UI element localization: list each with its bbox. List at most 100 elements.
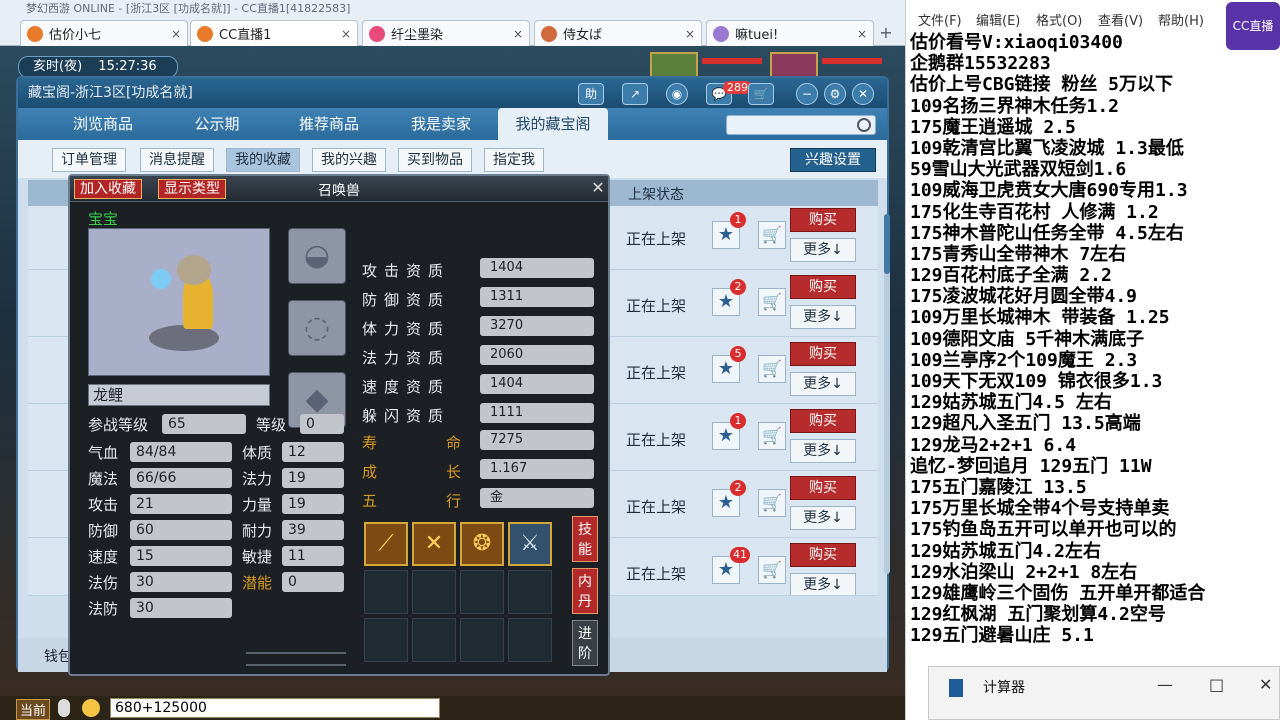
list-scrollbar[interactable]	[884, 214, 890, 574]
buy-button[interactable]: 购买	[790, 409, 856, 433]
buy-button[interactable]: 购买	[790, 543, 856, 567]
menu-file[interactable]: 文件(F)	[918, 10, 962, 29]
cart-icon[interactable]: 🛒	[758, 489, 786, 517]
skill-slot[interactable]: ⟋	[364, 522, 408, 566]
tab-favicon-icon	[197, 25, 213, 42]
equip-slot-collar[interactable]: ◌	[288, 300, 346, 356]
equip-slot-ring[interactable]: ◒	[288, 228, 346, 284]
cc-live-logo: CC直播	[1226, 2, 1280, 50]
calculator-window[interactable]: 计算器 — □ ✕	[928, 666, 1280, 720]
buy-button[interactable]: 购买	[790, 275, 856, 299]
text-line: 109威海卫虎贲女大唐690专用1.3	[910, 180, 1188, 202]
share-icon[interactable]: ↗	[622, 83, 648, 105]
tab-inner-pill[interactable]: 内丹	[572, 568, 598, 614]
col-status: 上架状态	[628, 187, 684, 203]
more-button[interactable]: 更多↓	[790, 238, 856, 262]
text-line: 追忆-梦回追月 129五门 11W	[910, 455, 1152, 477]
chat-input[interactable]: 680+125000	[110, 698, 440, 718]
listing-status: 正在上架	[626, 297, 687, 315]
tab-browse[interactable]: 浏览商品	[48, 108, 158, 140]
more-button[interactable]: 更多↓	[790, 573, 856, 595]
aptitude-value: 1404	[480, 374, 594, 394]
add-tab-button[interactable]: +	[876, 24, 896, 42]
tab-recommended[interactable]: 推荐商品	[274, 108, 384, 140]
close-icon[interactable]: ×	[513, 27, 523, 41]
stat-value: 65	[162, 414, 246, 434]
tab-cc-live[interactable]: CC直播1 ×	[190, 20, 358, 46]
close-button[interactable]: ✕	[1259, 675, 1272, 694]
tab-designated[interactable]: 指定我	[484, 148, 544, 172]
tab-seller[interactable]: 我是卖家	[386, 108, 496, 140]
tab-advance[interactable]: 进阶	[572, 620, 598, 666]
menu-view[interactable]: 查看(V)	[1098, 10, 1143, 29]
menu-format[interactable]: 格式(O)	[1036, 10, 1082, 29]
search-input[interactable]	[726, 115, 876, 135]
minimize-button[interactable]: —	[1157, 675, 1173, 694]
buy-button[interactable]: 购买	[790, 342, 856, 366]
close-icon[interactable]: ×	[685, 27, 695, 41]
menu-help[interactable]: 帮助(H)	[1158, 10, 1204, 29]
tab-shinv[interactable]: 侍女ば ×	[534, 20, 702, 46]
scroll-thumb[interactable]	[884, 214, 890, 274]
close-icon[interactable]: ×	[171, 27, 181, 41]
tab-skills[interactable]: 技能	[572, 516, 598, 562]
settings-icon[interactable]: ⚙	[824, 83, 846, 105]
cart-icon[interactable]: 🛒	[758, 288, 786, 316]
stat-label: 体质	[242, 444, 273, 462]
chat-channel-button[interactable]: 当前	[16, 699, 51, 720]
tab-qianchen[interactable]: 纤尘墨染 ×	[362, 20, 530, 46]
show-type-button[interactable]: 显示类型	[158, 179, 226, 199]
menu-edit[interactable]: 编辑(E)	[976, 10, 1020, 29]
tab-favorites[interactable]: 我的收藏	[226, 148, 300, 172]
tab-estimate[interactable]: 估价小七 ×	[20, 20, 188, 46]
more-button[interactable]: 更多↓	[790, 439, 856, 463]
cart-icon[interactable]: 🛒	[758, 221, 786, 249]
tab-my-pavilion[interactable]: 我的藏宝阁	[498, 108, 608, 140]
buy-button[interactable]: 购买	[790, 208, 856, 232]
stat-label: 敏捷	[242, 548, 273, 566]
skill-slot[interactable]: ❂	[460, 522, 504, 566]
tab-orders[interactable]: 订单管理	[52, 148, 126, 172]
stat-value: 19	[282, 494, 344, 514]
cart-icon[interactable]: 🛒	[748, 83, 774, 105]
close-icon[interactable]: ×	[857, 27, 867, 41]
emoji-icon[interactable]	[82, 699, 100, 717]
stop-icon[interactable]: ◉	[666, 83, 688, 105]
text-line: 129姑苏城五门4.2左右	[910, 540, 1102, 562]
stat-value: 0	[300, 414, 344, 434]
tab-tuei[interactable]: 嘛tuei! ×	[706, 20, 874, 46]
close-icon[interactable]: ✕	[590, 180, 606, 196]
tab-interests[interactable]: 我的兴趣	[312, 148, 386, 172]
interest-settings-button[interactable]: 兴趣设置	[790, 148, 876, 172]
more-button[interactable]: 更多↓	[790, 506, 856, 530]
search-icon[interactable]	[857, 118, 871, 132]
stat-label: 耐力	[242, 522, 273, 540]
empty-skill-slot	[364, 570, 408, 614]
cart-icon[interactable]: 🛒	[758, 422, 786, 450]
notepad-menubar: 文件(F) 编辑(E) 格式(O) 查看(V) 帮助(H)	[906, 6, 1280, 29]
microphone-icon[interactable]	[58, 699, 70, 717]
sub-nav: 订单管理 消息提醒 我的收藏 我的兴趣 买到物品 指定我 兴趣设置	[18, 140, 887, 178]
stat-value: 66/66	[130, 468, 232, 488]
buy-button[interactable]: 购买	[790, 476, 856, 500]
maximize-button[interactable]: □	[1209, 675, 1224, 694]
tab-purchased[interactable]: 买到物品	[398, 148, 472, 172]
more-button[interactable]: 更多↓	[790, 305, 856, 329]
tab-public-period[interactable]: 公示期	[162, 108, 272, 140]
cart-icon[interactable]: 🛒	[758, 355, 786, 383]
skill-slot[interactable]: ⚔	[508, 522, 552, 566]
help-button[interactable]: 助	[578, 83, 604, 105]
close-icon[interactable]: ×	[341, 27, 351, 41]
empty-skill-slot	[508, 618, 552, 662]
more-button[interactable]: 更多↓	[790, 372, 856, 396]
skill-slot[interactable]: ✕	[412, 522, 456, 566]
add-favorite-button[interactable]: 加入收藏	[74, 179, 142, 199]
tab-messages[interactable]: 消息提醒	[140, 148, 214, 172]
minimize-button[interactable]: −	[796, 83, 818, 105]
close-button[interactable]: ✕	[852, 83, 874, 105]
growth-label: 成	[362, 463, 378, 481]
notepad-text[interactable]: 估价看号V:xiaoqi03400 企鹅群15532283 估价上号CBG链接 …	[910, 32, 1280, 646]
browser-tabbar: 梦幻西游 ONLINE - [浙江3区 [功成名就]] - CC直播1[4182…	[0, 0, 905, 46]
cart-icon[interactable]: 🛒	[758, 556, 786, 584]
text-line: 175魔王逍遥城 2.5	[910, 116, 1076, 138]
